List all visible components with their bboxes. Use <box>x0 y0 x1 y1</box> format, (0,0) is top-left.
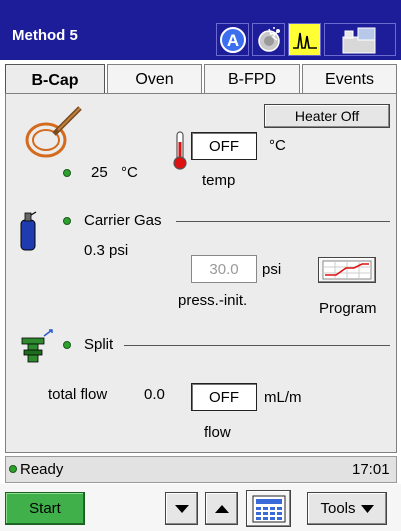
status-text: Ready <box>20 461 64 478</box>
settings-sparkle-button[interactable] <box>252 23 285 56</box>
split-valve-icon <box>21 329 53 363</box>
flow-setpoint-input[interactable]: OFF <box>191 383 257 411</box>
split-divider <box>124 345 390 346</box>
total-flow-value: 0.0 <box>144 386 165 403</box>
keypad-icon <box>252 495 285 522</box>
tools-label: Tools <box>320 500 356 517</box>
split-label: Split <box>84 336 114 353</box>
title-bar: Method 5 A <box>0 0 401 60</box>
current-temp-value: 25 <box>91 164 108 181</box>
carrier-gas-label: Carrier Gas <box>84 212 162 229</box>
heater-status-led <box>63 169 71 177</box>
scroll-down-button[interactable] <box>165 492 198 525</box>
capillary-column-icon <box>25 106 82 158</box>
thermometer-icon <box>173 131 187 170</box>
instrument-button[interactable] <box>324 23 396 56</box>
triangle-down-icon <box>174 504 189 513</box>
chromatogram-icon <box>292 32 317 49</box>
tab-oven[interactable]: Oven <box>107 64 202 94</box>
temperature-program-icon <box>322 260 372 280</box>
gas-cylinder-icon <box>20 211 37 251</box>
status-time: 17:01 <box>352 461 390 478</box>
program-label: Program <box>319 300 377 317</box>
current-temp-unit: °C <box>121 164 138 181</box>
chromatogram-button[interactable] <box>288 23 321 56</box>
tab-b-fpd[interactable]: B-FPD <box>204 64 300 94</box>
a-circle-button[interactable]: A <box>216 23 249 56</box>
tools-menu-button[interactable]: Tools <box>307 492 387 525</box>
tab-bar: B-Cap Oven B-FPD Events <box>5 64 397 96</box>
b-cap-panel: Heater Off 25 °C OFF °C temp Carrier Gas… <box>5 93 397 453</box>
pressure-setpoint-input[interactable]: 30.0 <box>191 255 257 283</box>
bottom-bar: Start Tools <box>0 484 401 531</box>
settings-sparkle-icon <box>257 26 280 52</box>
start-button[interactable]: Start <box>5 492 85 525</box>
program-button[interactable] <box>318 257 376 283</box>
status-bar: Ready 17:01 <box>5 456 397 483</box>
heater-off-button[interactable]: Heater Off <box>264 104 390 128</box>
ready-status-led <box>9 465 17 473</box>
pressure-unit: psi <box>262 261 282 278</box>
temp-setpoint-input[interactable]: OFF <box>191 132 257 160</box>
temp-setpoint-unit: °C <box>269 137 286 154</box>
total-flow-label: total flow <box>48 386 108 403</box>
window-title: Method 5 <box>12 27 78 44</box>
pressure-setpoint-label: press.-init. <box>178 292 248 309</box>
current-pressure-value: 0.3 psi <box>84 242 129 259</box>
a-circle-icon: A <box>219 26 246 53</box>
flow-unit: mL/m <box>264 389 302 406</box>
svg-text:A: A <box>226 31 238 50</box>
carrier-gas-led <box>63 217 71 225</box>
instrument-icon <box>342 27 376 53</box>
chevron-down-icon <box>360 504 374 513</box>
flow-setpoint-label: flow <box>204 424 231 441</box>
split-led <box>63 341 71 349</box>
tab-b-cap[interactable]: B-Cap <box>5 64 105 96</box>
triangle-up-icon <box>214 504 229 513</box>
carrier-gas-divider <box>176 221 390 222</box>
tab-events[interactable]: Events <box>302 64 397 94</box>
keypad-button[interactable] <box>246 490 291 527</box>
temp-setpoint-label: temp <box>202 172 236 189</box>
scroll-up-button[interactable] <box>205 492 238 525</box>
